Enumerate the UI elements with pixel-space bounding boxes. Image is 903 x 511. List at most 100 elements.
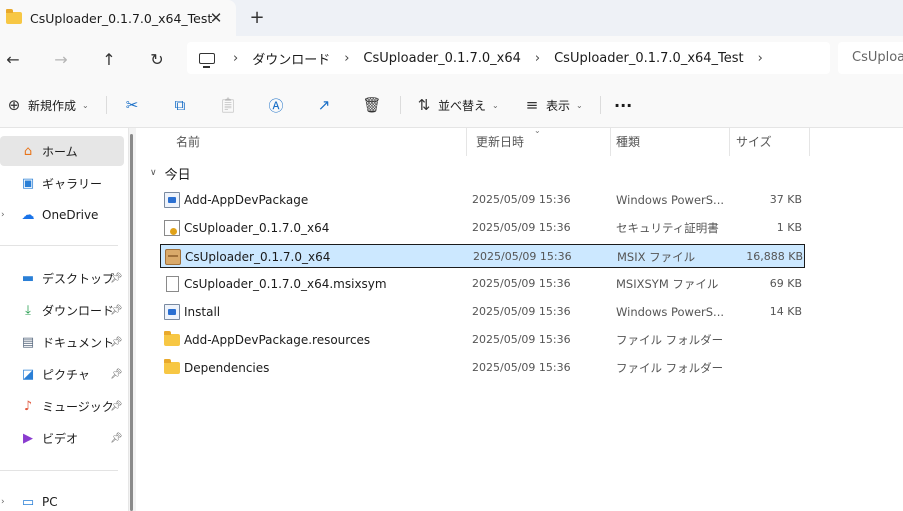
sort-button[interactable]: ⇅ 並べ替え ⌄ (414, 94, 499, 116)
file-name: CsUploader_0.1.7.0_x64.msixsym (184, 277, 387, 291)
breadcrumb-downloads[interactable]: ダウンロード (252, 49, 330, 68)
sidebar-scrollbar[interactable] (130, 134, 133, 511)
chevron-down-icon: ⌄ (82, 100, 89, 110)
file-type: ファイル フォルダー (616, 361, 724, 375)
file-row-selected[interactable]: CsUploader_0.1.7.0_x64 2025/05/09 15:36 … (160, 244, 805, 268)
sidebar-item-downloads[interactable]: ⤓ ダウンロード 📌︎ (0, 295, 124, 325)
sidebar-item-music[interactable]: ♪ ミュージック 📌︎ (0, 391, 124, 421)
sidebar-item-onedrive[interactable]: › ☁ OneDrive (0, 200, 124, 230)
folder-row[interactable]: Dependencies 2025/05/09 15:36 ファイル フォルダー (160, 356, 805, 380)
pin-icon[interactable]: 📌︎ (110, 433, 123, 444)
file-row[interactable]: CsUploader_0.1.7.0_x64 2025/05/09 15:36 … (160, 216, 805, 240)
sidebar-item-label: ギャラリー (42, 176, 103, 191)
rename-button[interactable]: Ⓐ (266, 94, 286, 116)
view-button[interactable]: ≡ 表示 ⌄ (522, 94, 583, 116)
column-divider[interactable] (809, 128, 810, 156)
file-type: Windows PowerS... (616, 305, 725, 319)
delete-button[interactable]: 🗑︎ (362, 94, 382, 116)
breadcrumb-chevron-icon[interactable]: › (758, 51, 763, 66)
column-header-date[interactable]: 更新日時 (466, 128, 610, 156)
file-size: 16,888 KB (746, 250, 803, 263)
file-date: 2025/05/09 15:36 (472, 361, 571, 374)
cut-button[interactable]: ✂ (122, 94, 142, 116)
toolbar-divider (106, 96, 107, 114)
sidebar-item-home[interactable]: ⌂ ホーム (0, 136, 124, 166)
breadcrumb-folder[interactable]: CsUploader_0.1.7.0_x64 (363, 51, 520, 66)
file-type: MSIX ファイル (617, 250, 696, 264)
more-options-button[interactable]: ··· (614, 94, 632, 116)
file-date: 2025/05/09 15:36 (473, 250, 572, 263)
file-size: 69 KB (769, 277, 802, 290)
breadcrumb-current[interactable]: CsUploader_0.1.7.0_x64_Test (554, 51, 744, 66)
download-icon: ⤓ (25, 302, 31, 318)
powershell-script-icon (164, 192, 180, 208)
column-header-size[interactable]: サイズ (726, 128, 806, 156)
chevron-right-icon[interactable]: › (1, 497, 5, 507)
cut-icon: ✂ (125, 96, 139, 114)
tab-title: CsUploader_0.1.7.0_x64_Test (30, 10, 213, 26)
pin-icon[interactable]: 📌︎ (110, 273, 123, 284)
file-name: Add-AppDevPackage.resources (184, 333, 371, 347)
certificate-icon (164, 220, 180, 236)
copy-button[interactable]: ⧉ (170, 94, 190, 116)
refresh-button[interactable]: ↻ (144, 46, 170, 72)
sidebar-item-videos[interactable]: ▶ ビデオ 📌︎ (0, 423, 124, 453)
pin-icon[interactable]: 📌︎ (110, 305, 123, 316)
back-button[interactable]: ← (0, 46, 26, 72)
pin-icon[interactable]: 📌︎ (110, 337, 123, 348)
tab-active[interactable]: CsUploader_0.1.7.0_x64_Test ✕ (0, 0, 236, 36)
sidebar-item-label: ホーム (42, 144, 78, 159)
desktop-icon: ▬ (21, 270, 35, 286)
file-date: 2025/05/09 15:36 (472, 333, 571, 346)
group-header-today[interactable]: ∨ 今日 (150, 164, 191, 183)
forward-button[interactable]: → (48, 46, 74, 72)
msix-package-icon (165, 249, 181, 265)
chevron-right-icon[interactable]: › (1, 210, 5, 220)
computer-icon: ▭ (21, 494, 35, 510)
new-label: 新規作成 (28, 98, 77, 113)
toolbar-divider (600, 96, 601, 114)
new-tab-button[interactable]: + (246, 7, 268, 29)
computer-icon[interactable] (199, 52, 215, 68)
breadcrumb-chevron-icon[interactable]: › (535, 51, 540, 66)
sidebar-item-pc[interactable]: › ▭ PC (0, 487, 124, 511)
search-input[interactable]: CsUploa (838, 42, 903, 74)
file-name: CsUploader_0.1.7.0_x64 (185, 250, 331, 264)
close-tab-icon[interactable]: ✕ (206, 8, 226, 28)
share-button[interactable]: ↗ (314, 94, 334, 116)
file-row[interactable]: CsUploader_0.1.7.0_x64.msixsym 2025/05/0… (160, 272, 805, 296)
sidebar-item-gallery[interactable]: ▣ ギャラリー (0, 168, 124, 198)
file-size: 14 KB (769, 305, 802, 318)
home-icon: ⌂ (23, 143, 33, 159)
view-list-icon: ≡ (525, 96, 539, 114)
sidebar-item-label: ダウンロード (42, 303, 115, 318)
folder-row[interactable]: Add-AppDevPackage.resources 2025/05/09 1… (160, 328, 805, 352)
file-size (730, 356, 802, 380)
sidebar-item-label: デスクトップ (42, 271, 115, 286)
video-icon: ▶ (23, 430, 33, 446)
paste-button[interactable]: 📋︎ (218, 94, 238, 116)
sidebar-item-desktop[interactable]: ▬ デスクトップ 📌︎ (0, 263, 124, 293)
pin-icon[interactable]: 📌︎ (110, 369, 123, 380)
breadcrumb-chevron-icon[interactable]: › (233, 51, 238, 66)
file-type: Windows PowerS... (616, 193, 725, 207)
sidebar-item-label: OneDrive (42, 208, 99, 222)
breadcrumb-chevron-icon[interactable]: › (344, 51, 349, 66)
up-button[interactable]: ↑ (96, 46, 122, 72)
file-row[interactable]: Install 2025/05/09 15:36 Windows PowerS.… (160, 300, 805, 324)
column-header-type[interactable]: 種類 (606, 128, 726, 156)
file-date: 2025/05/09 15:36 (472, 305, 571, 318)
file-size: 1 KB (776, 221, 802, 234)
sidebar-item-pictures[interactable]: ◪ ピクチャ 📌︎ (0, 359, 124, 389)
sidebar-divider (0, 470, 118, 471)
sidebar-item-label: PC (42, 495, 58, 509)
address-bar[interactable]: › ダウンロード › CsUploader_0.1.7.0_x64 › CsUp… (187, 42, 830, 74)
pin-icon[interactable]: 📌︎ (110, 401, 123, 412)
sidebar-item-label: ドキュメント (42, 335, 115, 350)
file-name: CsUploader_0.1.7.0_x64 (184, 221, 330, 235)
column-header-name[interactable]: 名前 (166, 128, 466, 156)
new-button[interactable]: ⊕ 新規作成 ⌄ (4, 94, 89, 116)
file-row[interactable]: Add-AppDevPackage 2025/05/09 15:36 Windo… (160, 188, 805, 212)
sidebar-item-documents[interactable]: ▤ ドキュメント 📌︎ (0, 327, 124, 357)
navigation-bar: ← → ↑ ↻ › ダウンロード › CsUploader_0.1.7.0_x6… (0, 36, 903, 82)
